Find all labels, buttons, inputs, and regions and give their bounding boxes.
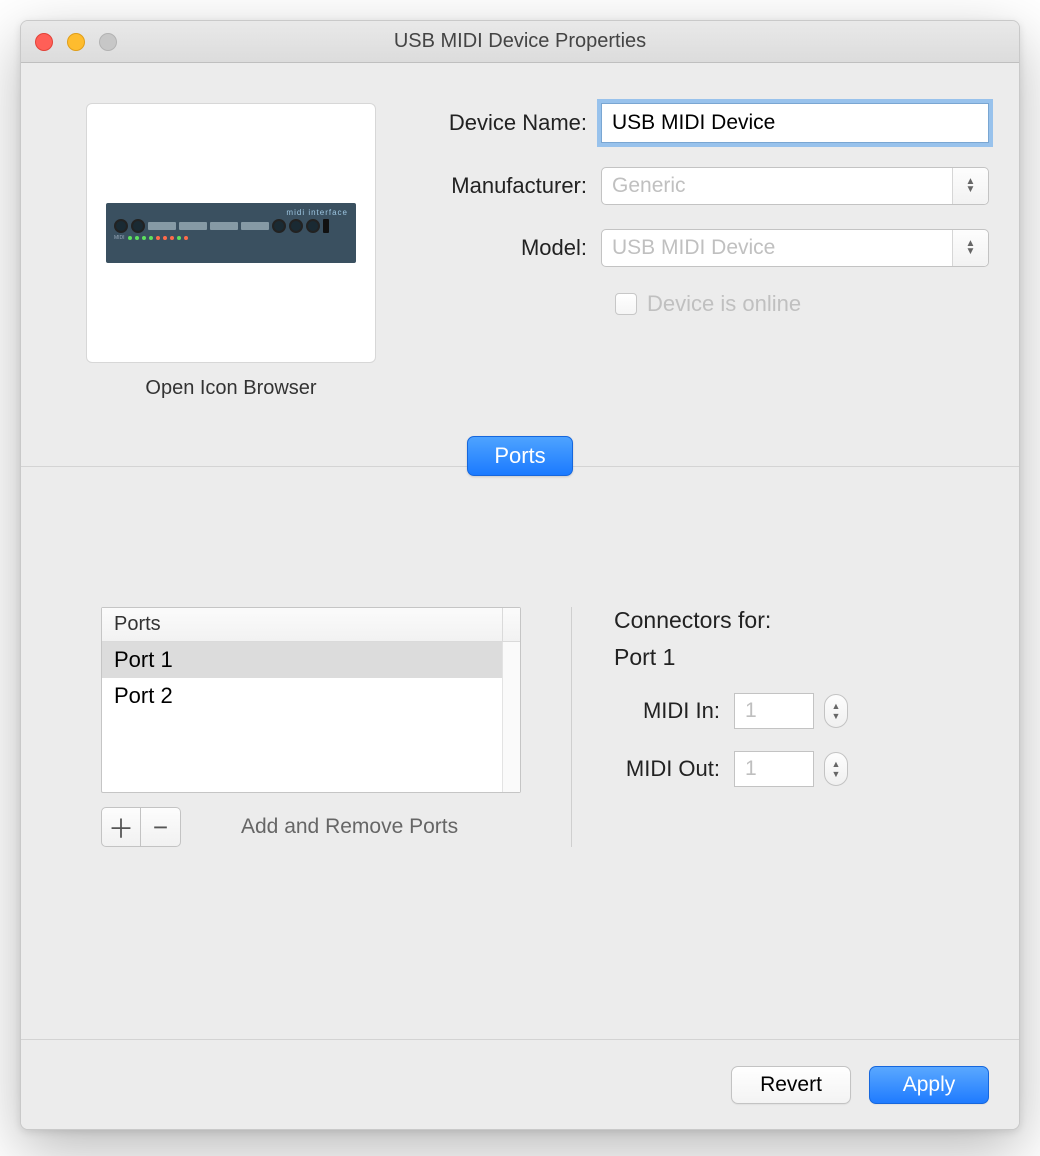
plus-icon: ＋ xyxy=(108,809,134,846)
model-value: USB MIDI Device xyxy=(602,230,952,266)
port-row[interactable]: Port 1 xyxy=(102,642,502,678)
ports-list: Ports Port 1 Port 2 xyxy=(101,607,521,793)
scrollbar[interactable] xyxy=(502,642,520,792)
device-online-checkbox[interactable] xyxy=(615,293,637,315)
close-icon[interactable] xyxy=(35,33,53,51)
footer: Revert Apply xyxy=(21,1039,1019,1129)
chevron-down-icon[interactable]: ▲▼ xyxy=(952,230,988,266)
titlebar: USB MIDI Device Properties xyxy=(21,21,1019,63)
scrollbar xyxy=(502,608,520,641)
device-name-input[interactable] xyxy=(601,103,989,143)
chevron-down-icon: ▼ xyxy=(832,711,841,721)
connectors-selected-port: Port 1 xyxy=(614,644,939,671)
icon-column: midi interface MIDI Open Icon B xyxy=(71,103,391,400)
ports-hint: Add and Remove Ports xyxy=(241,815,458,839)
remove-port-button[interactable]: − xyxy=(141,807,181,847)
midi-in-input[interactable] xyxy=(734,693,814,729)
window-title: USB MIDI Device Properties xyxy=(21,30,1019,53)
apply-button[interactable]: Apply xyxy=(869,1066,989,1104)
midi-out-stepper[interactable]: ▲ ▼ xyxy=(824,752,848,786)
device-name-label: Device Name: xyxy=(421,110,601,136)
device-online-label: Device is online xyxy=(647,291,801,317)
minus-icon: − xyxy=(153,812,168,843)
lower-section: Ports Port 1 Port 2 ＋ xyxy=(21,466,1019,1039)
minimize-icon[interactable] xyxy=(67,33,85,51)
connectors-title: Connectors for: xyxy=(614,607,939,634)
add-port-button[interactable]: ＋ xyxy=(101,807,141,847)
manufacturer-label: Manufacturer: xyxy=(421,173,601,199)
window-controls xyxy=(35,33,117,51)
dialog-window: USB MIDI Device Properties midi interfac… xyxy=(20,20,1020,1130)
model-label: Model: xyxy=(421,235,601,261)
chevron-down-icon[interactable]: ▲▼ xyxy=(952,168,988,204)
manufacturer-combo[interactable]: Generic ▲▼ xyxy=(601,167,989,205)
manufacturer-value: Generic xyxy=(602,168,952,204)
icon-caption: Open Icon Browser xyxy=(145,377,316,400)
ports-list-header: Ports xyxy=(102,608,520,642)
port-row[interactable]: Port 2 xyxy=(102,678,502,714)
chevron-up-icon: ▲ xyxy=(832,701,841,711)
midi-out-input[interactable] xyxy=(734,751,814,787)
fields-column: Device Name: Manufacturer: Generic ▲▼ Mo… xyxy=(391,103,989,400)
model-combo[interactable]: USB MIDI Device ▲▼ xyxy=(601,229,989,267)
device-icon: midi interface MIDI xyxy=(106,203,356,263)
tab-ports[interactable]: Ports xyxy=(467,436,572,476)
chevron-down-icon: ▼ xyxy=(832,769,841,779)
ports-list-panel: Ports Port 1 Port 2 ＋ xyxy=(101,607,521,847)
connectors-panel: Connectors for: Port 1 MIDI In: ▲ ▼ MIDI… xyxy=(571,607,939,847)
upper-section: midi interface MIDI Open Icon B xyxy=(21,63,1019,400)
open-icon-browser-button[interactable]: midi interface MIDI xyxy=(86,103,376,363)
zoom-icon xyxy=(99,33,117,51)
midi-out-label: MIDI Out: xyxy=(614,756,734,782)
tab-bar: Ports xyxy=(21,420,1019,466)
midi-in-label: MIDI In: xyxy=(614,698,734,724)
midi-in-stepper[interactable]: ▲ ▼ xyxy=(824,694,848,728)
chevron-up-icon: ▲ xyxy=(832,759,841,769)
revert-button[interactable]: Revert xyxy=(731,1066,851,1104)
